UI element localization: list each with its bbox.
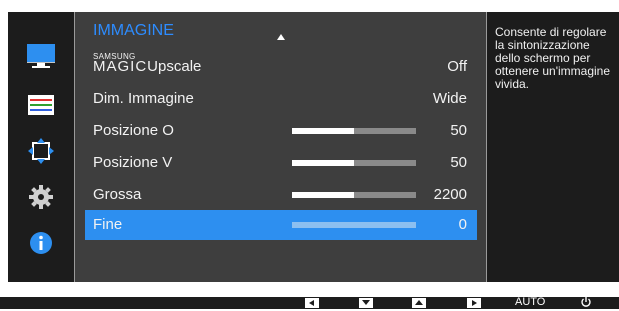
level-slider[interactable]	[292, 128, 416, 134]
menu-item-label: Grossa	[93, 186, 142, 203]
slider-fill	[292, 128, 354, 134]
sidebar	[8, 12, 74, 282]
menu-item-magic-upscale[interactable]: SAMSUNG MAGIC Upscale Off	[85, 52, 477, 82]
menu-item-label: Posizione V	[93, 154, 173, 171]
scroll-up-icon[interactable]	[277, 34, 285, 40]
menu-item-label: Posizione O	[93, 122, 174, 139]
info-icon[interactable]	[21, 228, 61, 258]
power-icon[interactable]	[580, 296, 592, 308]
menu-item-label: Upscale	[147, 58, 202, 75]
menu-item-fine[interactable]: Fine 0	[85, 210, 477, 240]
menu-title: IMMAGINE	[93, 22, 174, 39]
menu-item-value: Wide	[432, 90, 467, 107]
level-slider[interactable]	[292, 192, 416, 198]
monitor-icon[interactable]	[21, 42, 61, 72]
down-arrow-icon[interactable]	[359, 298, 373, 308]
level-slider[interactable]	[292, 160, 416, 166]
menu-item-grossa[interactable]: Grossa 2200	[85, 180, 477, 210]
slider-fill	[292, 192, 354, 198]
level-slider[interactable]	[292, 222, 416, 228]
magic-logo: SAMSUNG MAGIC	[93, 52, 148, 75]
menu-panel: IMMAGINE SAMSUNG MAGIC Upscale Off Dim. …	[74, 12, 487, 282]
right-arrow-icon[interactable]	[467, 298, 481, 308]
menu-item-posizione-v[interactable]: Posizione V 50	[85, 148, 477, 178]
menu-item-value: 50	[450, 154, 467, 171]
left-arrow-icon[interactable]	[305, 298, 319, 308]
slider-fill	[292, 160, 354, 166]
auto-button[interactable]: AUTO	[515, 296, 545, 308]
gear-icon[interactable]	[21, 182, 61, 212]
help-description: Consente di regolare la sintonizzazione …	[495, 25, 611, 91]
menu-item-value: 0	[458, 216, 467, 233]
menu-item-label: Dim. Immagine	[93, 90, 194, 107]
move-arrows-icon[interactable]	[21, 136, 61, 166]
up-arrow-icon[interactable]	[412, 298, 426, 308]
menu-item-posizione-o[interactable]: Posizione O 50	[85, 116, 477, 146]
color-bars-icon[interactable]	[21, 90, 61, 120]
osd-window: IMMAGINE SAMSUNG MAGIC Upscale Off Dim. …	[8, 12, 619, 282]
menu-item-label: Fine	[93, 216, 123, 233]
menu-item-value: 2200	[433, 186, 467, 203]
menu-item-value: Off	[447, 58, 467, 75]
menu-item-value: 50	[450, 122, 467, 139]
menu-item-dim-immagine[interactable]: Dim. Immagine Wide	[85, 84, 477, 114]
